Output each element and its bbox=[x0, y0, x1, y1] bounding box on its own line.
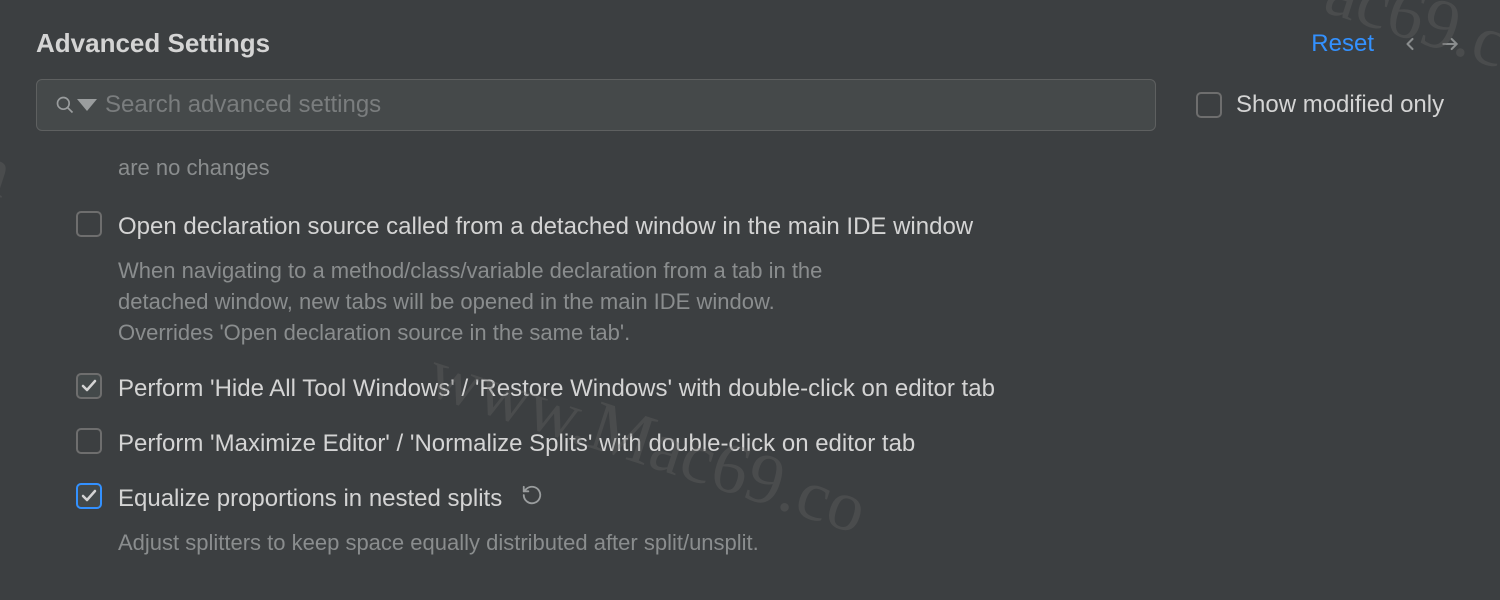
search-icon bbox=[55, 95, 97, 115]
partial-description: are no changes bbox=[76, 155, 1464, 181]
setting-label: Equalize proportions in nested splits bbox=[118, 483, 543, 514]
revert-icon[interactable] bbox=[521, 484, 543, 506]
setting-label: Open declaration source called from a de… bbox=[118, 211, 973, 242]
setting-label: Perform 'Maximize Editor' / 'Normalize S… bbox=[118, 428, 915, 459]
chevron-down-icon bbox=[77, 95, 97, 115]
show-modified-checkbox[interactable] bbox=[1196, 92, 1222, 118]
back-arrow-icon[interactable] bbox=[1398, 32, 1422, 56]
reset-link[interactable]: Reset bbox=[1311, 30, 1374, 58]
show-modified-label: Show modified only bbox=[1236, 91, 1444, 119]
setting-description: When navigating to a method/class/variab… bbox=[76, 256, 836, 348]
search-box[interactable] bbox=[36, 79, 1156, 131]
setting-description: Adjust splitters to keep space equally d… bbox=[76, 528, 836, 559]
setting-checkbox-open-declaration[interactable] bbox=[76, 211, 102, 237]
setting-checkbox-hide-all-tool-windows[interactable] bbox=[76, 373, 102, 399]
setting-checkbox-equalize-proportions[interactable] bbox=[76, 483, 102, 509]
page-title: Advanced Settings bbox=[36, 28, 270, 59]
search-input[interactable] bbox=[105, 91, 1137, 119]
setting-label: Perform 'Hide All Tool Windows' / 'Resto… bbox=[118, 373, 995, 404]
setting-checkbox-maximize-editor[interactable] bbox=[76, 428, 102, 454]
forward-arrow-icon[interactable] bbox=[1438, 32, 1462, 56]
